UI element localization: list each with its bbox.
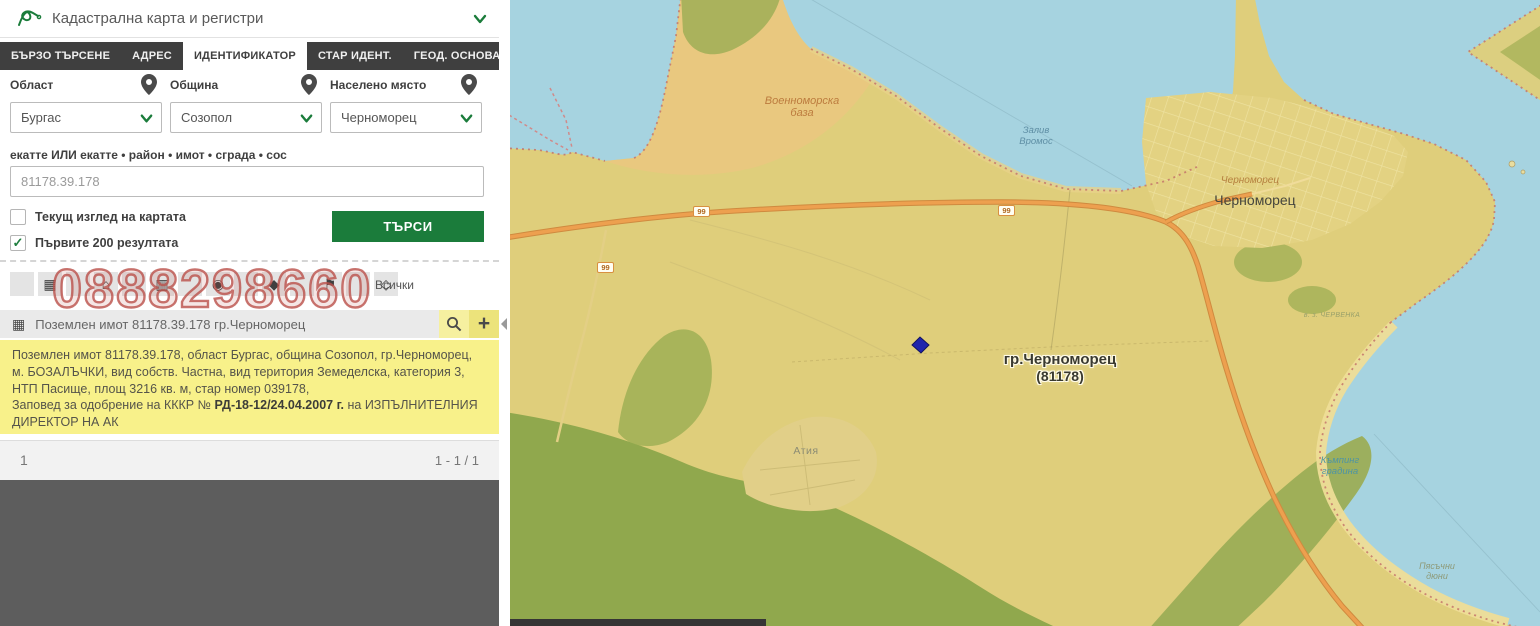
checkbox-first-200[interactable]: ✓ Първите 200 резултата <box>10 235 178 251</box>
search-tabs: БЪРЗО ТЪРСЕНЕ АДРЕС ИДЕНТИФИКАТОР СТАР И… <box>0 42 499 70</box>
chevron-down-icon <box>460 112 473 125</box>
tab-geod-basis[interactable]: ГЕОД. ОСНОВА <box>403 42 512 70</box>
checkbox-current-view[interactable]: Текущ изглед на картата <box>10 209 186 225</box>
sidebar: Кадастрална карта и регистри БЪРЗО ТЪРСЕ… <box>0 0 499 626</box>
map-graphics <box>510 0 1540 626</box>
checkbox-box[interactable] <box>10 209 26 225</box>
map-pin-icon[interactable] <box>300 74 318 96</box>
grid-icon: ▦ <box>12 316 25 333</box>
map-attribution-bar <box>510 619 766 626</box>
naseleno-select[interactable]: Черноморец <box>330 102 482 133</box>
map-canvas[interactable]: Военноморскабаза ЗаливВромос Черноморец … <box>510 0 1540 626</box>
layer-toggle-blank[interactable] <box>10 272 34 296</box>
module-selector[interactable]: Кадастрална карта и регистри <box>0 0 499 38</box>
layer-toggle-blank[interactable] <box>178 272 202 296</box>
building-icon[interactable]: ▥ <box>150 272 174 296</box>
layer-toggle-blank[interactable] <box>122 272 146 296</box>
chevron-down-icon <box>140 112 153 125</box>
page-range: 1 - 1 / 1 <box>435 453 479 468</box>
kais-logo-icon <box>16 7 42 31</box>
checkbox-current-view-label: Текущ изглед на картата <box>35 210 186 224</box>
all-filter-link[interactable]: Всички <box>375 278 414 292</box>
result-row-title: Поземлен имот 81178.39.178 гр.Черноморец <box>35 317 439 332</box>
map-pin-icon[interactable] <box>460 74 478 96</box>
result-detail: Поземлен имот 81178.39.178, област Бурга… <box>0 340 499 434</box>
result-detail-line1: Поземлен имот 81178.39.178, област Бурга… <box>12 348 472 396</box>
chevron-down-icon <box>473 12 487 26</box>
result-detail-line2: Заповед за одобрение на КККР № <box>12 398 214 412</box>
map-pin-icon[interactable] <box>140 74 158 96</box>
house-icon[interactable]: ⌂ <box>94 272 118 296</box>
result-row[interactable]: ▦ Поземлен имот 81178.39.178 гр.Черномор… <box>0 310 499 338</box>
layer-toggle-blank[interactable] <box>234 272 258 296</box>
zoom-to-result-button[interactable] <box>439 310 469 338</box>
search-icon <box>446 316 462 332</box>
layer-filter-row: ▦ ⌂ ▥ ◉ ◆ ⚑ ◇ <box>10 272 398 296</box>
tab-quick-search[interactable]: БЪРЗО ТЪРСЕНЕ <box>0 42 121 70</box>
pin-icon[interactable]: ◉ <box>206 272 230 296</box>
checkbox-box-checked[interactable]: ✓ <box>10 235 26 251</box>
sidebar-collapse-strip <box>499 0 510 626</box>
pagination: 1 1 - 1 / 1 <box>0 440 499 480</box>
divider <box>0 260 499 262</box>
grid-icon[interactable]: ▦ <box>38 272 62 296</box>
obshtina-select[interactable]: Созопол <box>170 102 322 133</box>
layers-icon[interactable]: ◆ <box>262 272 286 296</box>
layer-toggle-blank[interactable] <box>66 272 90 296</box>
checkbox-first-200-label: Първите 200 резултата <box>35 236 178 250</box>
sidebar-footer-area <box>0 480 499 626</box>
layer-toggle-blank[interactable] <box>290 272 314 296</box>
tab-identifier[interactable]: ИДЕНТИФИКАТОР <box>183 42 307 70</box>
page-number-button[interactable]: 1 <box>20 452 28 468</box>
chevron-down-icon <box>300 112 313 125</box>
result-order-number: РД-18-12/24.04.2007 г. <box>214 398 344 412</box>
tab-address[interactable]: АДРЕС <box>121 42 183 70</box>
collapse-sidebar-handle[interactable] <box>501 318 507 330</box>
app-root: Военноморскабаза ЗаливВромос Черноморец … <box>0 0 1540 626</box>
identifier-input[interactable] <box>10 166 484 197</box>
search-button[interactable]: ТЪРСИ <box>332 211 484 242</box>
oblast-select[interactable]: Бургас <box>10 102 162 133</box>
layer-toggle-blank[interactable] <box>346 272 370 296</box>
ekatte-label: екатте ИЛИ екатте • район • имот • сград… <box>10 148 287 162</box>
flag-icon[interactable]: ⚑ <box>318 272 342 296</box>
module-title: Кадастрална карта и регистри <box>52 10 263 27</box>
add-result-button[interactable]: + <box>469 310 499 338</box>
tab-old-ident[interactable]: СТАР ИДЕНТ. <box>307 42 403 70</box>
